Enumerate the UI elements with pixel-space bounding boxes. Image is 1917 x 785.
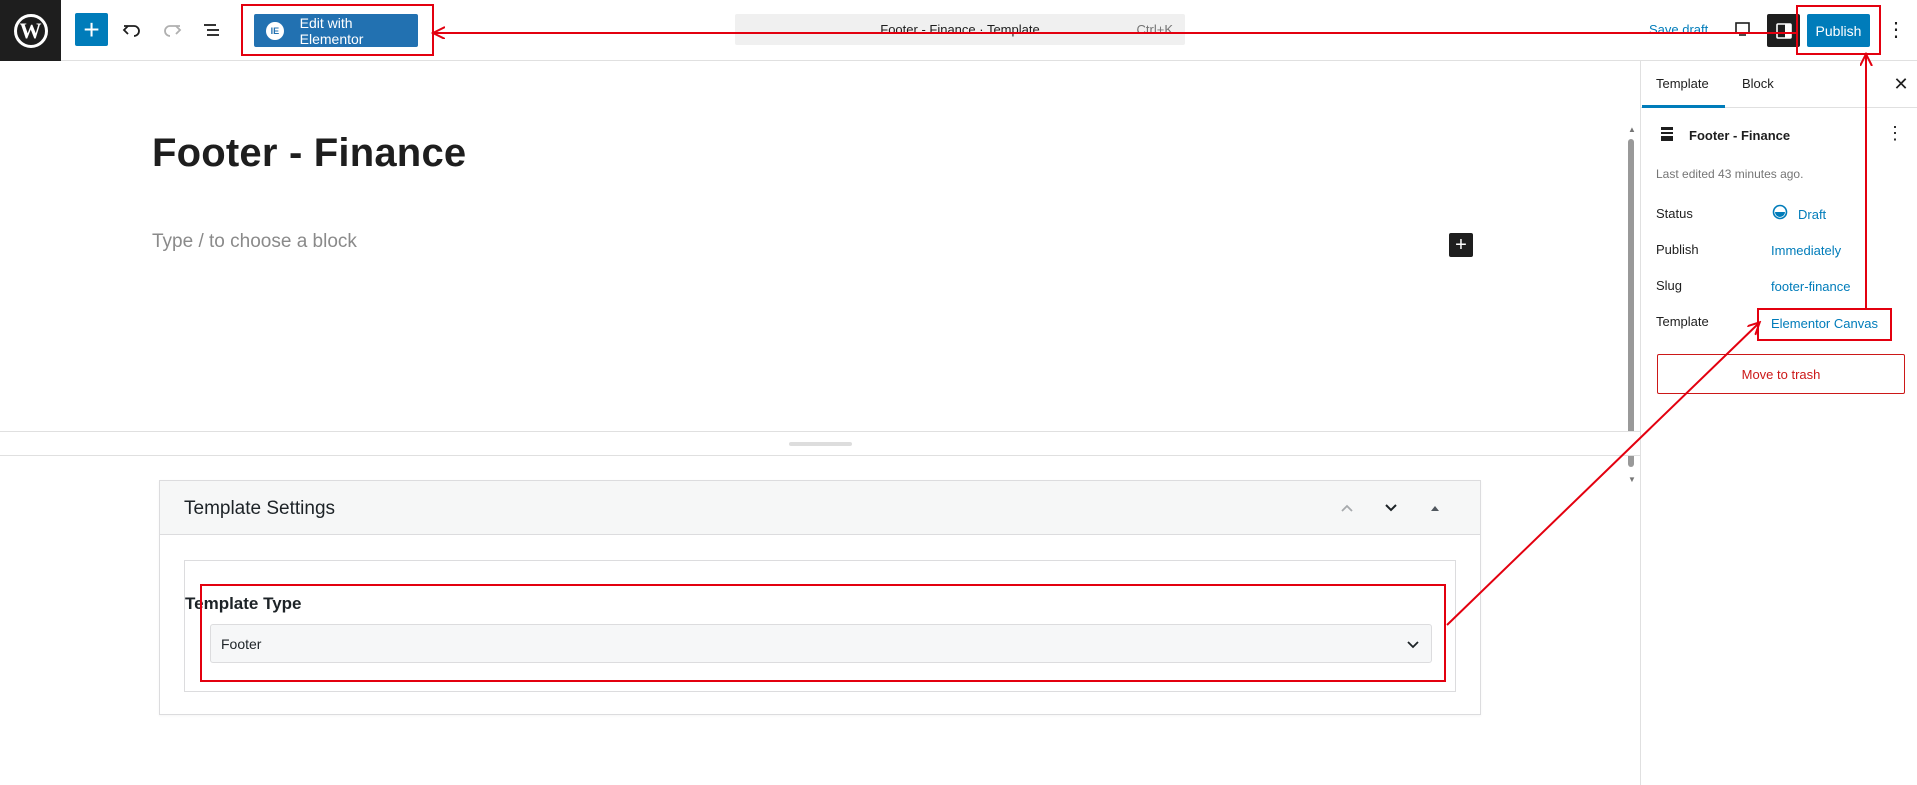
sidebar-tabs: Template Block ✕: [1641, 61, 1917, 108]
template-value-link[interactable]: Elementor Canvas: [1771, 316, 1878, 331]
metabox-resize-bar: [0, 431, 1640, 456]
canvas-scrollbar[interactable]: [1628, 139, 1634, 467]
metabox-title: Template Settings: [184, 498, 336, 519]
metabox-header: Template Settings: [160, 481, 1480, 535]
slug-value-link[interactable]: footer-finance: [1771, 279, 1851, 294]
more-vertical-icon[interactable]: ⋮: [1884, 17, 1908, 43]
scroll-down-arrow-icon[interactable]: ▼: [1628, 475, 1636, 484]
page-title[interactable]: Footer - Finance: [152, 131, 466, 176]
wordpress-logo-icon[interactable]: W: [0, 0, 61, 61]
command-shortcut: Ctrl+K: [1136, 22, 1173, 37]
chevron-down-icon[interactable]: [1381, 498, 1401, 518]
template-label: Template: [1656, 314, 1709, 329]
template-type-label: Template Type: [185, 594, 302, 613]
document-bar[interactable]: Footer - Finance · Template Ctrl+K: [735, 14, 1185, 45]
edit-with-elementor-label: Edit with Elementor: [299, 14, 364, 47]
status-label: Status: [1656, 206, 1693, 221]
block-placeholder[interactable]: Type / to choose a block: [152, 231, 357, 253]
tab-block[interactable]: Block: [1742, 76, 1774, 91]
sidebar-doc-title: Footer - Finance: [1689, 128, 1791, 143]
settings-sidebar: Template Block ✕ Footer - Finance ⋮ Last…: [1640, 61, 1917, 785]
status-value-link[interactable]: Draft: [1798, 207, 1826, 222]
more-vertical-icon[interactable]: ⋮: [1886, 123, 1904, 144]
triangle-up-icon[interactable]: [1425, 498, 1445, 518]
close-icon[interactable]: ✕: [1890, 73, 1912, 95]
slug-label: Slug: [1656, 278, 1683, 293]
active-tab-indicator: [1642, 105, 1725, 108]
publish-date-link[interactable]: Immediately: [1771, 243, 1841, 258]
undo-icon[interactable]: [115, 13, 148, 46]
block-inserter-button[interactable]: +: [75, 13, 108, 46]
chevron-down-icon: [1403, 634, 1423, 654]
desktop-view-icon[interactable]: [1731, 17, 1755, 41]
draft-status-icon: [1772, 204, 1788, 220]
save-draft-button[interactable]: Save draft: [1649, 22, 1708, 37]
tab-template[interactable]: Template: [1656, 76, 1709, 91]
template-type-select[interactable]: Footer: [210, 624, 1432, 663]
template-part-icon: [1658, 125, 1676, 143]
template-settings-metabox: Template Settings Template Type Footer: [159, 480, 1481, 715]
document-title: Footer - Finance · Template: [880, 22, 1040, 37]
elementor-icon: IE: [266, 21, 284, 40]
last-edited-text: Last edited 43 minutes ago.: [1656, 167, 1804, 181]
redo-icon[interactable]: [155, 13, 188, 46]
template-type-value: Footer: [221, 636, 262, 652]
inline-block-inserter-button[interactable]: +: [1449, 233, 1473, 257]
resize-handle[interactable]: [789, 442, 852, 446]
edit-with-elementor-button[interactable]: IE Edit with Elementor: [254, 14, 418, 47]
list-view-icon[interactable]: [195, 13, 228, 46]
publish-button[interactable]: Publish: [1807, 14, 1870, 47]
chevron-up-icon[interactable]: [1337, 498, 1357, 518]
editor-canvas: Footer - Finance Type / to choose a bloc…: [0, 61, 1640, 484]
settings-panel-icon[interactable]: [1767, 14, 1800, 47]
scroll-up-arrow-icon[interactable]: ▲: [1628, 125, 1636, 134]
editor-top-toolbar: W + IE Edit with Elementor Footer - Fina…: [0, 0, 1917, 61]
publish-label: Publish: [1656, 242, 1699, 257]
move-to-trash-button[interactable]: Move to trash: [1657, 354, 1905, 394]
